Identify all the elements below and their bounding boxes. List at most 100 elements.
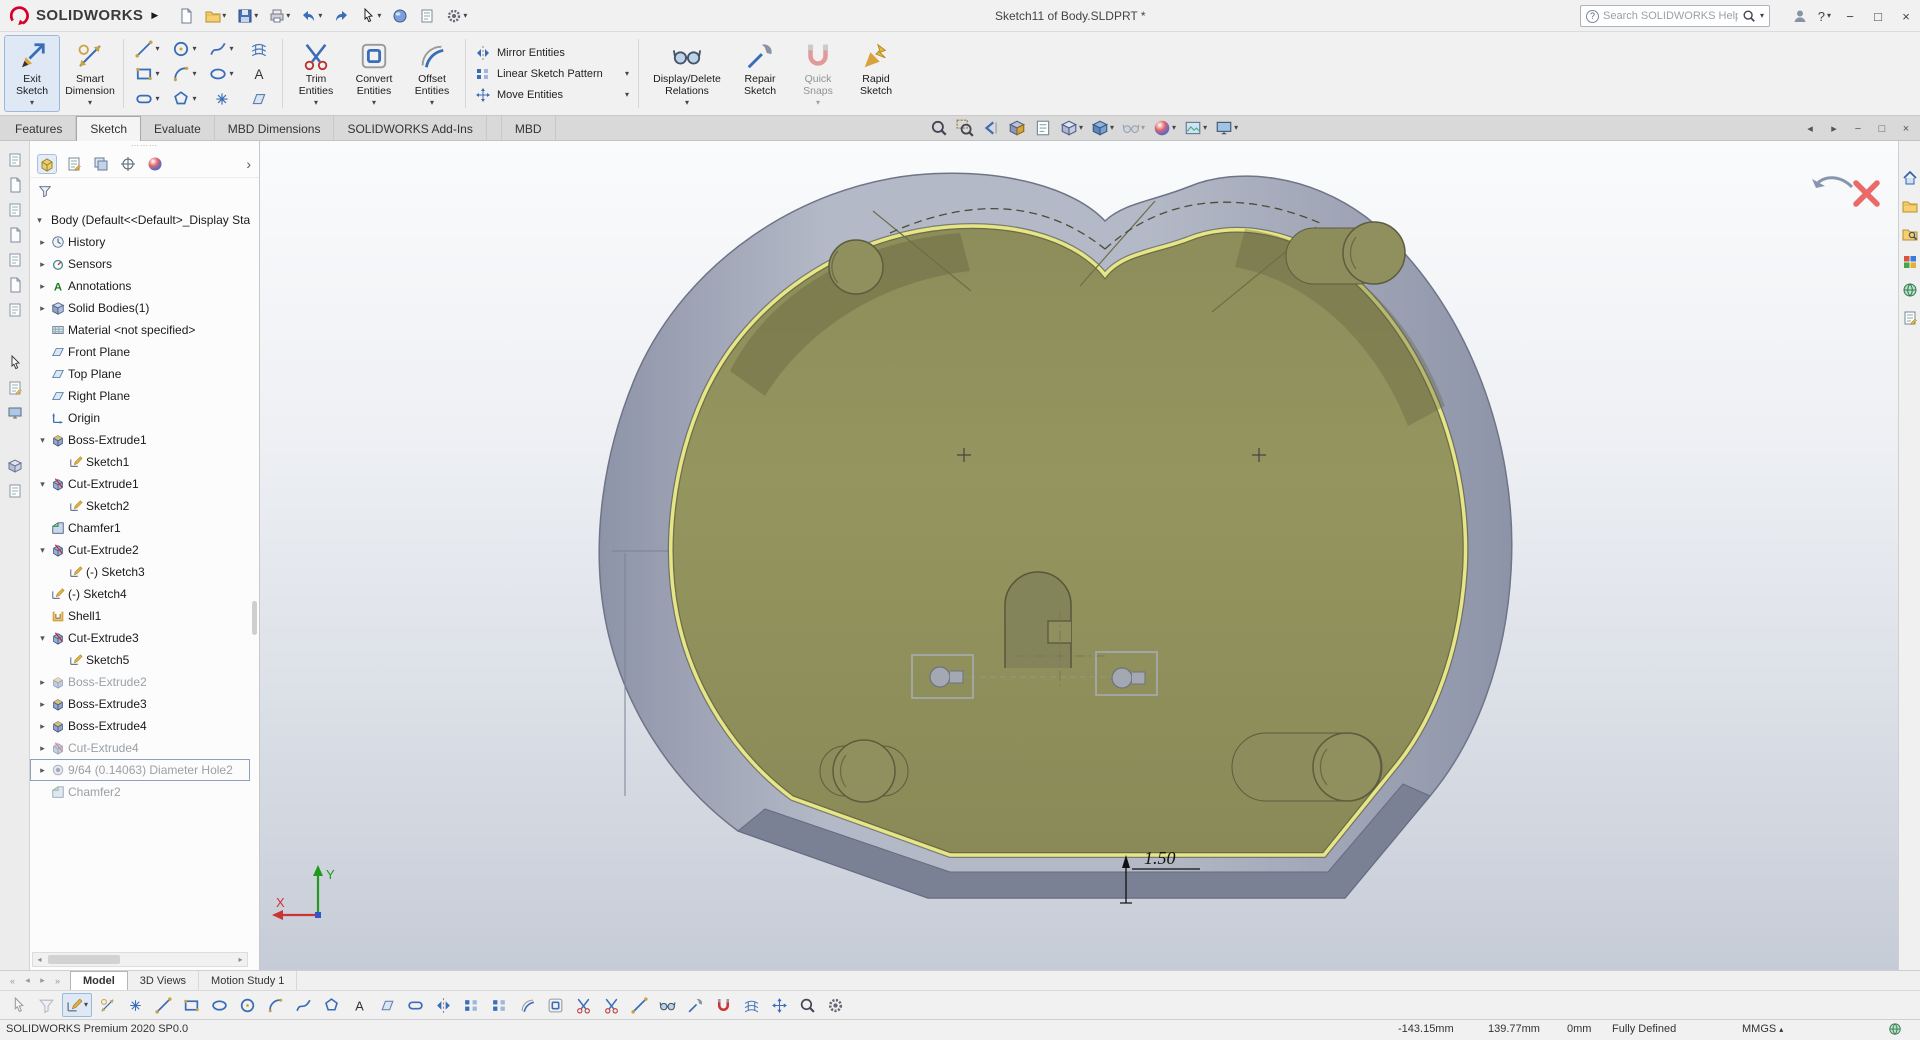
tree-item[interactable]: ▸ Boss-Extrude3	[30, 693, 250, 715]
open-document-button[interactable]: ▾	[201, 5, 230, 27]
view-settings-button[interactable]: ▾	[1213, 117, 1240, 139]
tab-mbd-dimensions[interactable]: MBD Dimensions	[215, 116, 335, 141]
dock-icon-12[interactable]	[5, 482, 25, 500]
expand-arrow-icon[interactable]: ▸	[37, 699, 48, 710]
tree-item[interactable]: Origin	[30, 407, 250, 429]
dock-icon-5[interactable]	[5, 251, 25, 269]
convert-entities-button[interactable]: Convert Entities ▾	[346, 35, 402, 112]
boss-circle-top-left[interactable]	[829, 240, 883, 294]
sketch-pin-tab-right[interactable]	[1132, 672, 1145, 684]
tree-item[interactable]: ▸ Annotations	[30, 275, 250, 297]
zoom-to-fit-button[interactable]	[928, 117, 950, 139]
plane-tool[interactable]	[240, 86, 277, 111]
featuremanager-design-tree-tab[interactable]	[38, 155, 56, 173]
tree-item[interactable]: ▸ Sensors	[30, 253, 250, 275]
dock-icon-11[interactable]	[5, 457, 25, 475]
dropdown-caret-icon[interactable]: ▾	[192, 95, 196, 103]
previous-view-button[interactable]	[980, 117, 1002, 139]
measure-tool[interactable]	[795, 993, 820, 1017]
last-tab-button[interactable]: »	[51, 970, 64, 992]
dock-icon-7[interactable]	[5, 301, 25, 319]
circle-tool-2[interactable]	[235, 993, 260, 1017]
dropdown-caret-icon[interactable]: ▾	[222, 12, 226, 20]
center-arch[interactable]	[1005, 572, 1071, 668]
quick-snaps-button[interactable]: Quick Snaps ▾	[790, 35, 846, 112]
mirror-entities-tool[interactable]	[431, 993, 456, 1017]
select-button[interactable]: ▾	[356, 5, 385, 27]
dropdown-caret-icon[interactable]: ▾	[254, 12, 258, 20]
text-tool[interactable]	[240, 61, 277, 86]
expand-arrow-icon[interactable]: ▾	[37, 545, 48, 556]
dropdown-caret-icon[interactable]: ▾	[30, 99, 34, 107]
line-tool-2[interactable]	[151, 993, 176, 1017]
tree-root-part[interactable]: ▾ Body (Default<<Default>_Display Sta	[30, 209, 250, 231]
dropdown-caret-icon[interactable]: ▾	[314, 99, 318, 107]
convert-entities-tool[interactable]	[543, 993, 568, 1017]
boss-circle-top-right[interactable]	[1343, 222, 1405, 284]
tree-item[interactable]: Chamfer2	[30, 781, 250, 803]
expand-arrow-icon[interactable]: ▾	[34, 215, 45, 226]
close-window-button[interactable]: ×	[1892, 0, 1920, 32]
repair-sketch-tool[interactable]	[683, 993, 708, 1017]
hide-show-items-button[interactable]: ▾	[1120, 117, 1147, 139]
tree-item[interactable]: Front Plane	[30, 341, 250, 363]
propertymanager-tab[interactable]	[65, 155, 83, 173]
minimize-document-button[interactable]: −	[1846, 118, 1870, 140]
smart-dimension-tool[interactable]	[95, 993, 120, 1017]
corner-rectangle-tool[interactable]: ▾	[129, 61, 166, 86]
tree-item[interactable]: ▸ Solid Bodies(1)	[30, 297, 250, 319]
panel-expand-chevron-icon[interactable]: ›	[246, 156, 251, 172]
expand-arrow-icon[interactable]: ▾	[37, 479, 48, 490]
tree-item[interactable]: ▾ Cut-Extrude1	[30, 473, 250, 495]
next-tab-button[interactable]: ▸	[36, 970, 49, 992]
file-explorer-button[interactable]	[1901, 225, 1919, 243]
dock-icon-4[interactable]	[5, 226, 25, 244]
file-properties-button[interactable]	[415, 5, 439, 27]
scrollbar-thumb[interactable]	[48, 955, 120, 964]
edit-appearance-button[interactable]: ▾	[1151, 117, 1178, 139]
tab-evaluate[interactable]: Evaluate	[141, 116, 215, 141]
select-tool[interactable]	[6, 993, 31, 1017]
tab-motion-study-1[interactable]: Motion Study 1	[199, 971, 297, 990]
scroll-left-icon[interactable]: ◂	[33, 955, 46, 964]
display-style-button[interactable]: ▾	[1089, 117, 1116, 139]
rebuild-button[interactable]	[388, 5, 412, 27]
dropdown-caret-icon[interactable]: ▾	[1234, 124, 1238, 132]
redo-button[interactable]	[329, 5, 353, 27]
dropdown-caret-icon[interactable]: ▾	[625, 70, 629, 78]
exit-sketch-button[interactable]: Exit Sketch ▾	[4, 35, 60, 112]
print-button[interactable]: ▾	[265, 5, 294, 27]
expand-arrow-icon[interactable]: ▾	[37, 435, 48, 446]
surface-grid-tool[interactable]	[240, 36, 277, 61]
circle-tool[interactable]: ▾	[166, 36, 203, 61]
tab-model[interactable]: Model	[70, 971, 128, 990]
cancel-sketch-button[interactable]	[1856, 183, 1877, 204]
corner-rectangle-tool-2[interactable]	[179, 993, 204, 1017]
first-tab-button[interactable]: «	[6, 970, 19, 992]
dropdown-caret-icon[interactable]: ▾	[816, 99, 820, 107]
expand-arrow-icon[interactable]: ▸	[37, 765, 48, 776]
expand-arrow-icon[interactable]: ▸	[37, 259, 48, 270]
search-icon[interactable]	[1742, 9, 1756, 23]
dimxpertmanager-tab[interactable]	[119, 155, 137, 173]
polygon-tool-2[interactable]	[319, 993, 344, 1017]
dropdown-caret-icon[interactable]: ▾	[229, 70, 233, 78]
zoom-to-area-button[interactable]	[954, 117, 976, 139]
tab-3d-views[interactable]: 3D Views	[128, 971, 199, 990]
smart-dimension-button[interactable]: Smart Dimension ▾	[62, 35, 118, 112]
tree-item[interactable]: ▾ Cut-Extrude3	[30, 627, 250, 649]
dropdown-caret-icon[interactable]: ▾	[372, 99, 376, 107]
tree-item[interactable]: (-) Sketch3	[30, 561, 250, 583]
slot-tool-2[interactable]	[403, 993, 428, 1017]
tree-item[interactable]: (-) Sketch4	[30, 583, 250, 605]
options-button[interactable]: ▾	[442, 5, 471, 27]
login-button[interactable]	[1787, 3, 1813, 29]
sketch-pin-tab-left[interactable]	[950, 671, 963, 683]
tree-item[interactable]: Right Plane	[30, 385, 250, 407]
tree-item[interactable]: Shell1	[30, 605, 250, 627]
apply-scene-button[interactable]: ▾	[1182, 117, 1209, 139]
construction-geometry-tool[interactable]	[627, 993, 652, 1017]
arc-tool[interactable]: ▾	[166, 61, 203, 86]
selection-filter-tool[interactable]	[34, 993, 59, 1017]
appearances-scenes-button[interactable]	[1901, 281, 1919, 299]
